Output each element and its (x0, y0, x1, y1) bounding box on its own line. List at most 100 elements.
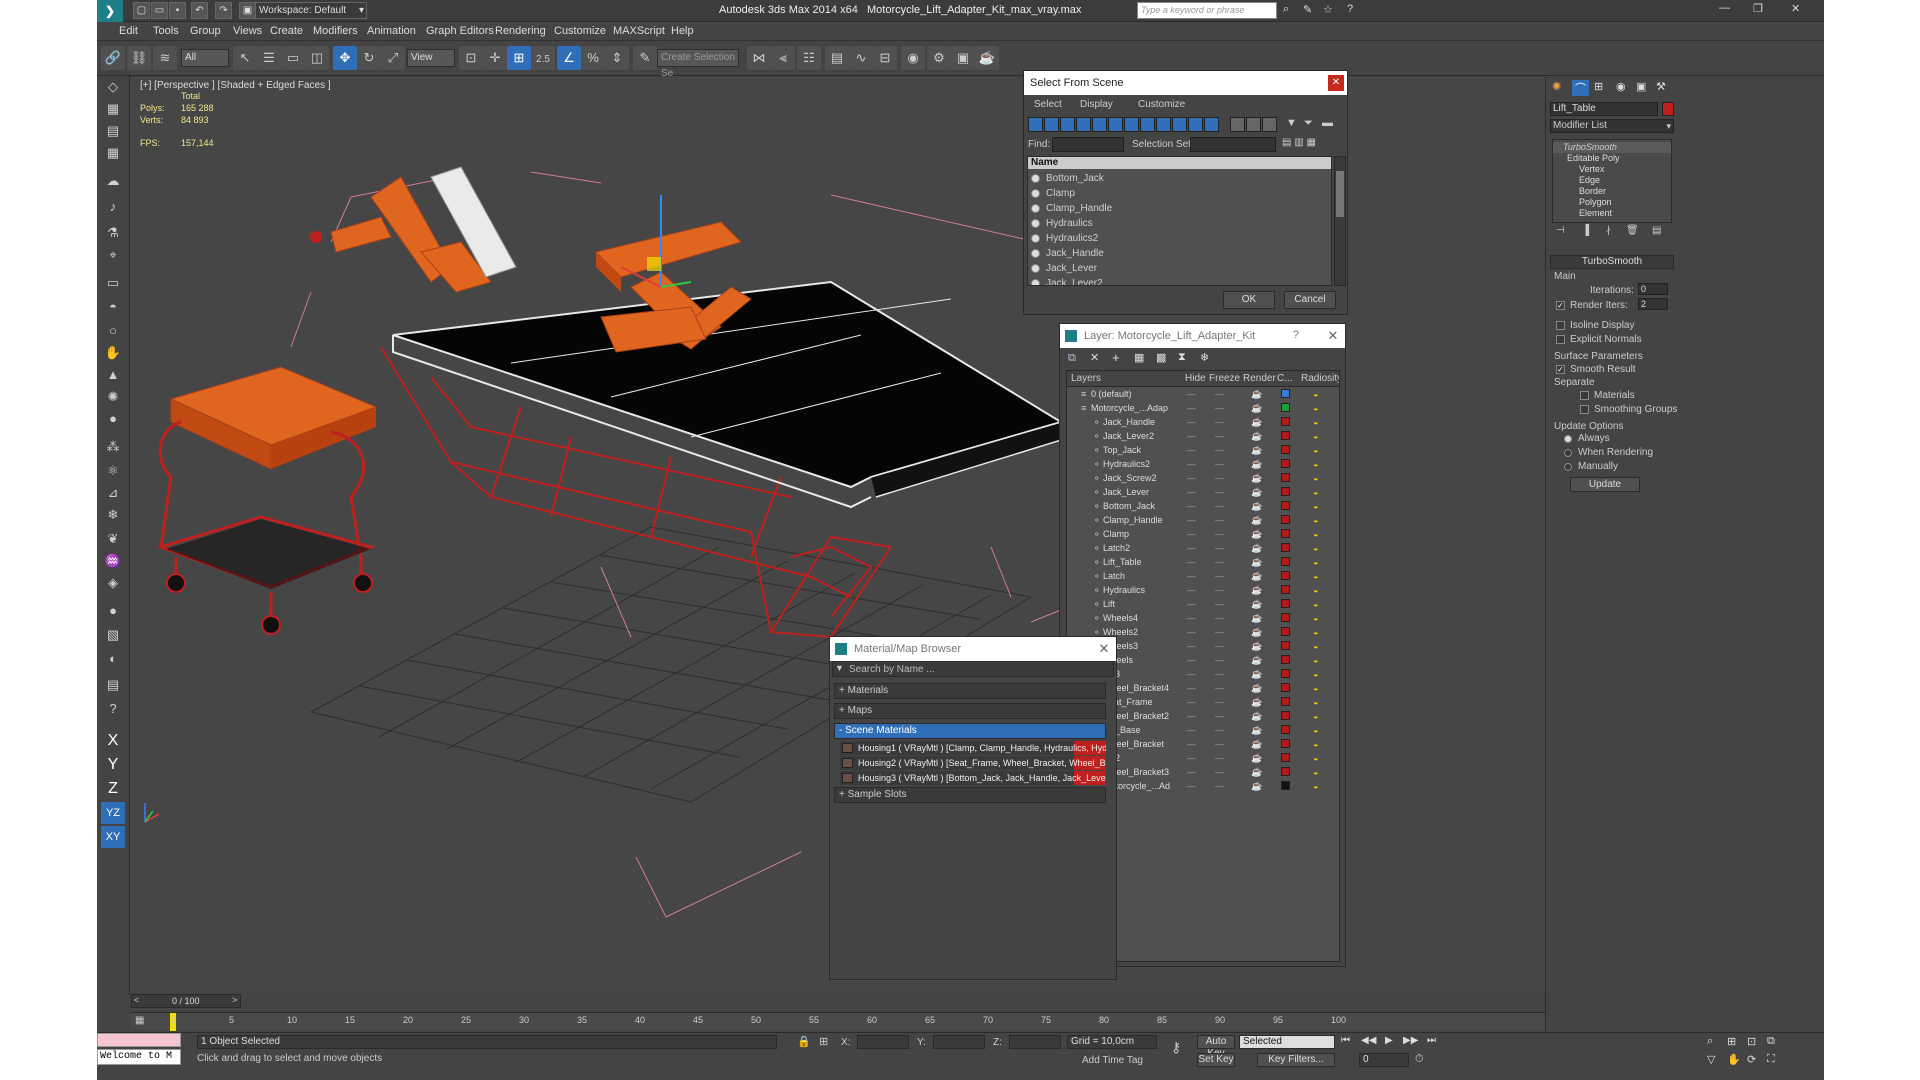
layer-color-swatch[interactable] (1281, 781, 1290, 790)
image-icon[interactable]: ▦ (101, 98, 125, 120)
modifier-list-dropdown[interactable]: Modifier List ▾ (1550, 119, 1674, 133)
make-unique-icon[interactable]: ∤ (1606, 225, 1611, 236)
sfs-object-row[interactable]: Jack_Handle (1028, 246, 1331, 261)
teapot-icon[interactable]: ⚗ (101, 222, 125, 244)
next-frame-arrow-icon[interactable]: > (232, 995, 237, 1005)
freeze-toggle[interactable]: — (1215, 485, 1224, 499)
render-teapot-icon[interactable]: ☕ (1251, 443, 1262, 457)
sfs-menu-customize[interactable]: Customize (1138, 99, 1185, 110)
render-production-icon[interactable]: ☕ (975, 46, 999, 70)
image-sequence-icon[interactable]: ▧ (101, 624, 125, 646)
freeze-toggle[interactable]: — (1215, 429, 1224, 443)
select-and-move-icon[interactable]: ✥ (333, 46, 357, 70)
delete-layer-icon[interactable]: ✕ (1090, 351, 1099, 364)
freeze-toggle[interactable]: — (1215, 779, 1224, 793)
absolute-mode-icon[interactable]: ⊞ (819, 1035, 828, 1048)
layer-row[interactable]: ⚬ Wheels4 — — ☕ ◒ (1067, 611, 1339, 625)
curve-editor-mini-icon[interactable]: ▦ (135, 1015, 155, 1029)
hide-toggle[interactable]: — (1187, 779, 1196, 793)
render-teapot-icon[interactable]: ☕ (1251, 555, 1262, 569)
freeze-toggle[interactable]: — (1215, 625, 1224, 639)
radiosity-icon[interactable]: ◒ (1313, 415, 1318, 429)
help-icon[interactable]: ? (1347, 3, 1353, 15)
select-objects-in-layer-icon[interactable]: ▦ (1134, 351, 1144, 364)
scene-materials-group[interactable]: - Scene Materials (834, 723, 1106, 739)
spinner-snap-icon[interactable]: ⇕ (605, 46, 629, 70)
sfs-filter-frozen-icon[interactable] (1188, 117, 1203, 132)
sfs-find-input[interactable] (1052, 137, 1124, 152)
freeze-toggle[interactable]: — (1215, 569, 1224, 583)
sfs-object-row[interactable]: Hydraulics2 (1028, 231, 1331, 246)
axis-constraint-xy[interactable]: XY (101, 826, 125, 848)
layer-name[interactable]: Latch (1103, 569, 1125, 583)
hide-toggle[interactable]: — (1187, 415, 1196, 429)
track-bar[interactable]: ▦ 0 5 10 15 20 25 30 35 40 45 50 55 60 65 70 75 80 85 90 95… (131, 1012, 1545, 1031)
radiosity-icon[interactable]: ◒ (1313, 653, 1318, 667)
layer-name[interactable]: Jack_Lever (1103, 485, 1149, 499)
freeze-toggle[interactable]: — (1215, 695, 1224, 709)
hide-toggle[interactable]: — (1187, 639, 1196, 653)
menu-create[interactable]: Create (270, 25, 303, 37)
sfs-selection-set-dropdown[interactable] (1190, 137, 1276, 152)
new-file-icon[interactable]: ▢ (133, 2, 150, 19)
layer-color-swatch[interactable] (1281, 431, 1290, 440)
layer-row[interactable]: ⚬ Clamp — — ☕ ◒ (1067, 527, 1339, 541)
col-color[interactable]: C... (1277, 373, 1293, 384)
col-radiosity[interactable]: Radiosity (1301, 373, 1339, 384)
select-and-rotate-icon[interactable]: ↻ (357, 46, 381, 70)
radiosity-icon[interactable]: ◒ (1313, 723, 1318, 737)
layer-color-swatch[interactable] (1281, 697, 1290, 706)
material-browser-close-icon[interactable]: ✕ (1096, 641, 1112, 657)
radiosity-icon[interactable]: ◒ (1313, 485, 1318, 499)
render-teapot-icon[interactable]: ☕ (1251, 611, 1262, 625)
highlight-selected-layer-icon[interactable]: ▩ (1156, 351, 1166, 364)
layer-row[interactable]: ≡ 0 (default) — — ☕ ◒ (1067, 387, 1339, 401)
col-freeze[interactable]: Freeze (1209, 373, 1240, 384)
col-hide[interactable]: Hide (1185, 373, 1206, 384)
axis-constraint-z[interactable]: Z (101, 778, 125, 800)
zoom-extents-icon[interactable]: ⊡ (1747, 1035, 1756, 1048)
sfs-filter-geometry-icon[interactable] (1028, 117, 1043, 132)
layer-manager-icon[interactable]: ☷ (797, 46, 821, 70)
sfs-filter-hidden-icon[interactable] (1204, 117, 1219, 132)
layer-row[interactable]: ⚬ Latch — — ☕ ◒ (1067, 569, 1339, 583)
hide-toggle[interactable]: — (1187, 485, 1196, 499)
select-object-icon[interactable]: ↖ (233, 46, 257, 70)
maximize-viewport-icon[interactable]: ⛶ (1767, 1053, 1775, 1066)
layer-color-swatch[interactable] (1281, 543, 1290, 552)
layer-color-swatch[interactable] (1281, 389, 1290, 398)
create-tab-icon[interactable]: ✺ (1552, 80, 1561, 93)
help-circle-icon[interactable]: ? (101, 698, 125, 720)
freeze-toggle[interactable]: — (1215, 653, 1224, 667)
radiosity-icon[interactable]: ◒ (1313, 681, 1318, 695)
layer-color-swatch[interactable] (1281, 403, 1290, 412)
layer-color-swatch[interactable] (1281, 669, 1290, 678)
freeze-toggle[interactable]: — (1215, 667, 1224, 681)
materials-group[interactable]: + Materials (834, 683, 1106, 699)
favorites-icon[interactable]: ☆ (1323, 3, 1333, 16)
edit-named-selection-icon[interactable]: ✎ (633, 46, 657, 70)
render-iters-checkbox[interactable]: ✓ (1556, 301, 1565, 310)
render-teapot-icon[interactable]: ☕ (1251, 639, 1262, 653)
hide-toggle[interactable]: — (1187, 667, 1196, 681)
sfs-filter-spacewarps-icon[interactable] (1108, 117, 1123, 132)
hide-toggle[interactable]: — (1187, 457, 1196, 471)
layer-color-swatch[interactable] (1281, 417, 1290, 426)
layer-row[interactable]: ⚬ Hydraulics — — ☕ ◒ (1067, 583, 1339, 597)
hide-toggle[interactable]: — (1187, 709, 1196, 723)
stack-base-object[interactable]: Editable Poly (1553, 153, 1671, 164)
menu-tools[interactable]: Tools (153, 25, 179, 37)
render-teapot-icon[interactable]: ☕ (1251, 569, 1262, 583)
graphite-modeling-tools-icon[interactable]: ▤ (825, 46, 849, 70)
render-teapot-icon[interactable]: ☕ (1251, 499, 1262, 513)
search-icon[interactable]: ⌕ (1283, 3, 1289, 16)
render-teapot-icon[interactable]: ☕ (1251, 513, 1262, 527)
sfs-menu-display[interactable]: Display (1080, 99, 1113, 110)
layer-name[interactable]: Hydraulics2 (1103, 457, 1150, 471)
layer-color-swatch[interactable] (1281, 627, 1290, 636)
render-teapot-icon[interactable]: ☕ (1251, 541, 1262, 555)
manually-radio[interactable] (1564, 463, 1572, 471)
schematic-view-icon[interactable]: ⊟ (873, 46, 897, 70)
iterations-spinner[interactable]: 0 (1638, 283, 1668, 295)
layer-color-swatch[interactable] (1281, 599, 1290, 608)
